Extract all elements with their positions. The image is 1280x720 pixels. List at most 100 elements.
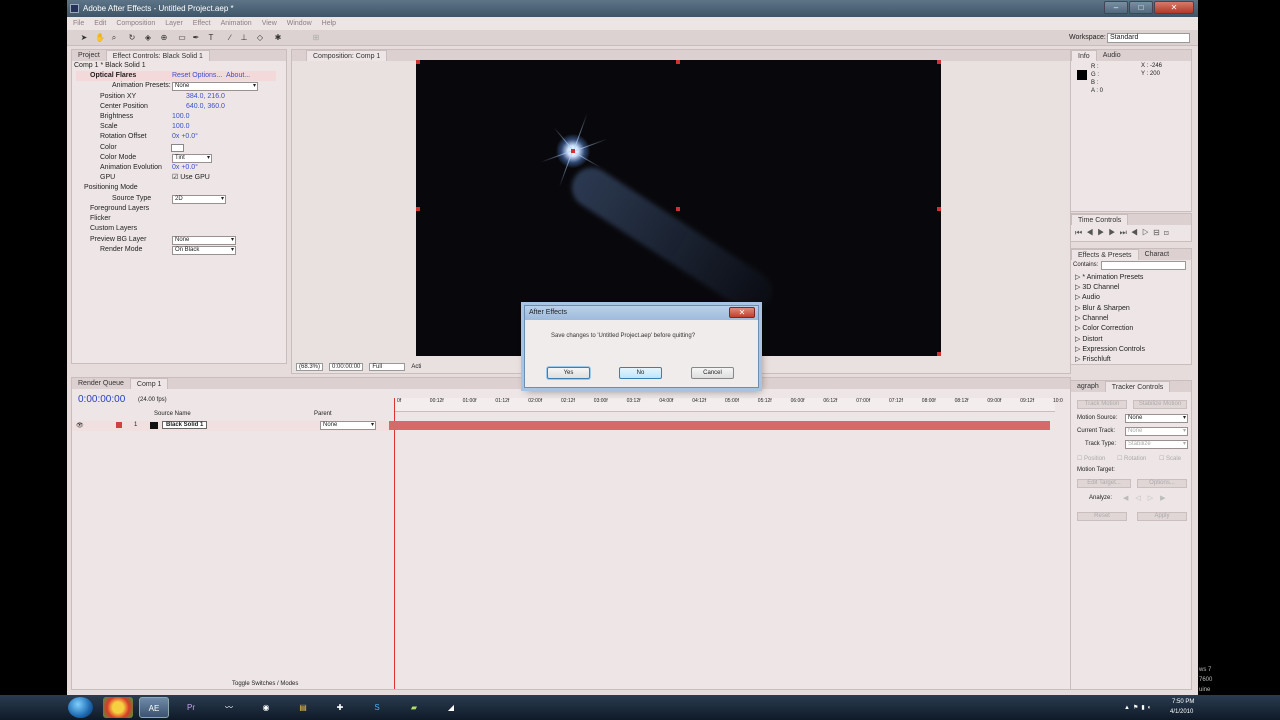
folder-icon[interactable]: ▤: [288, 697, 318, 718]
media-player-icon[interactable]: ◉: [251, 697, 281, 718]
tab-project[interactable]: Project: [72, 50, 106, 61]
color-mode-select[interactable]: Tint: [172, 154, 212, 163]
about-link[interactable]: About...: [226, 71, 250, 81]
tab-time-controls[interactable]: Time Controls: [1071, 214, 1129, 225]
apply-button[interactable]: Apply: [1137, 512, 1187, 521]
axis-mode-icon[interactable]: ⊞: [311, 33, 321, 43]
brush-tool-icon[interactable]: ∕: [225, 33, 235, 43]
effects-item[interactable]: ▷ * Animation Presets: [1075, 273, 1143, 283]
eraser-tool-icon[interactable]: ◇: [255, 33, 265, 43]
effects-item[interactable]: ▷ Color Correction: [1075, 324, 1133, 334]
motion-source-select[interactable]: None: [1125, 414, 1188, 423]
clock-time[interactable]: 7:50 PM: [1172, 699, 1194, 705]
effects-item[interactable]: ▷ Blur & Sharpen: [1075, 304, 1130, 314]
brightness-value[interactable]: 100.0: [172, 112, 190, 122]
tab-render-queue[interactable]: Render Queue: [72, 378, 130, 389]
animation-presets-select[interactable]: None: [172, 82, 258, 91]
selection-tool-icon[interactable]: ➤: [79, 33, 89, 43]
menu-layer[interactable]: Layer: [165, 17, 183, 30]
tab-audio[interactable]: Audio: [1097, 50, 1127, 61]
visibility-icon[interactable]: 👁: [76, 422, 84, 429]
tab-composition[interactable]: Composition: Comp 1: [306, 50, 388, 61]
analyze-controls[interactable]: ◀◁▷▶: [1123, 494, 1173, 502]
mask-tool-icon[interactable]: ▭: [177, 33, 187, 43]
corner-handle[interactable]: [937, 352, 941, 356]
render-mode-select[interactable]: On Black: [172, 246, 236, 255]
clone-tool-icon[interactable]: ⊥: [239, 33, 249, 43]
custom-layers-label[interactable]: Custom Layers: [90, 224, 137, 234]
edge-handle[interactable]: [937, 207, 941, 211]
position-handle[interactable]: [571, 149, 575, 153]
cancel-button[interactable]: Cancel: [691, 367, 734, 379]
scale-value[interactable]: 100.0: [172, 122, 190, 132]
edit-target-button[interactable]: Edit Target...: [1077, 479, 1131, 488]
type-tool-icon[interactable]: T: [206, 33, 216, 43]
animation-evolution-value[interactable]: 0x +0.0°: [172, 163, 198, 173]
puppet-tool-icon[interactable]: ✱: [273, 33, 283, 43]
effects-item[interactable]: ▷ Channel: [1075, 314, 1108, 324]
effects-item[interactable]: ▷ Distort: [1075, 335, 1103, 345]
center-handle[interactable]: [676, 207, 680, 211]
app-icon[interactable]: ◢: [436, 697, 466, 718]
tab-comp-1[interactable]: Comp 1: [129, 378, 169, 389]
scale-checkbox[interactable]: ☐ Scale: [1159, 455, 1181, 462]
yes-button[interactable]: Yes: [547, 367, 590, 379]
start-button[interactable]: [68, 697, 93, 718]
camera-tool-icon[interactable]: ◈: [143, 33, 153, 43]
tab-character[interactable]: Charact: [1139, 249, 1176, 260]
center-position-value[interactable]: 640.0, 360.0: [186, 102, 225, 112]
pan-behind-tool-icon[interactable]: ⊕: [159, 33, 169, 43]
color-swatch[interactable]: [171, 144, 184, 152]
stabilize-motion-button[interactable]: Stabilize Motion: [1133, 400, 1187, 409]
maximize-button[interactable]: □: [1129, 1, 1153, 14]
corner-handle[interactable]: [937, 60, 941, 64]
menu-view[interactable]: View: [262, 17, 277, 30]
current-track-select[interactable]: None: [1125, 427, 1188, 436]
effects-item[interactable]: ▷ 3D Channel: [1075, 283, 1119, 293]
hand-tool-icon[interactable]: ✋: [95, 33, 105, 43]
resolution-select[interactable]: Full: [369, 363, 406, 371]
comp-timecode[interactable]: 0:00:00:00: [329, 363, 364, 371]
label-color-swatch[interactable]: [116, 422, 122, 428]
active-camera-select[interactable]: Acti: [411, 364, 421, 370]
tab-effects-presets[interactable]: Effects & Presets: [1071, 249, 1139, 260]
menu-help[interactable]: Help: [322, 17, 336, 30]
flicker-label[interactable]: Flicker: [90, 214, 111, 224]
workspace-select[interactable]: Standard: [1107, 33, 1190, 43]
dialog-close-button[interactable]: ✕: [729, 307, 755, 318]
rotation-checkbox[interactable]: ☐ Rotation: [1117, 455, 1146, 462]
premiere-taskbar-button[interactable]: Pr: [176, 697, 206, 718]
rotation-tool-icon[interactable]: ↻: [127, 33, 137, 43]
app-icon[interactable]: 〰: [214, 697, 244, 718]
menu-edit[interactable]: Edit: [94, 17, 106, 30]
zoom-select[interactable]: (68.3%): [296, 363, 324, 371]
network-app-icon[interactable]: ✚: [325, 697, 355, 718]
sticky-notes-icon[interactable]: ▰: [399, 697, 429, 718]
position-xy-value[interactable]: 384.0, 216.0: [186, 92, 225, 102]
current-time-indicator[interactable]: [394, 398, 395, 689]
foreground-layers-label[interactable]: Foreground Layers: [90, 204, 149, 214]
menu-composition[interactable]: Composition: [116, 17, 155, 30]
after-effects-taskbar-button[interactable]: AE: [139, 697, 169, 718]
reset-options-link[interactable]: Reset Options...: [172, 71, 222, 81]
reset-button[interactable]: Reset: [1077, 512, 1127, 521]
use-gpu-checkbox[interactable]: ☑ Use GPU: [172, 173, 210, 183]
menu-window[interactable]: Window: [287, 17, 312, 30]
layer-name[interactable]: Black Solid 1: [162, 421, 208, 429]
effects-item[interactable]: ▷ Audio: [1075, 293, 1100, 303]
effects-item[interactable]: ▷ Frischluft: [1075, 355, 1111, 364]
pen-tool-icon[interactable]: ✒: [191, 33, 201, 43]
playback-controls[interactable]: ⏮◀▶▶⏭◀▷⊟⊡: [1075, 228, 1173, 238]
track-motion-button[interactable]: Track Motion: [1077, 400, 1127, 409]
tab-info[interactable]: Info: [1071, 50, 1097, 61]
timeline-timecode[interactable]: 0:00:00:00: [78, 394, 125, 405]
menu-file[interactable]: File: [73, 17, 84, 30]
menu-animation[interactable]: Animation: [221, 17, 252, 30]
toggle-switches-modes[interactable]: Toggle Switches / Modes: [232, 681, 298, 687]
track-type-select[interactable]: Stabilize: [1125, 440, 1188, 449]
no-button[interactable]: No: [619, 367, 662, 379]
options-button[interactable]: Options...: [1137, 479, 1187, 488]
zoom-tool-icon[interactable]: ⌕: [109, 33, 119, 43]
edge-handle[interactable]: [676, 60, 680, 64]
preview-bg-layer-select[interactable]: None: [172, 236, 236, 245]
